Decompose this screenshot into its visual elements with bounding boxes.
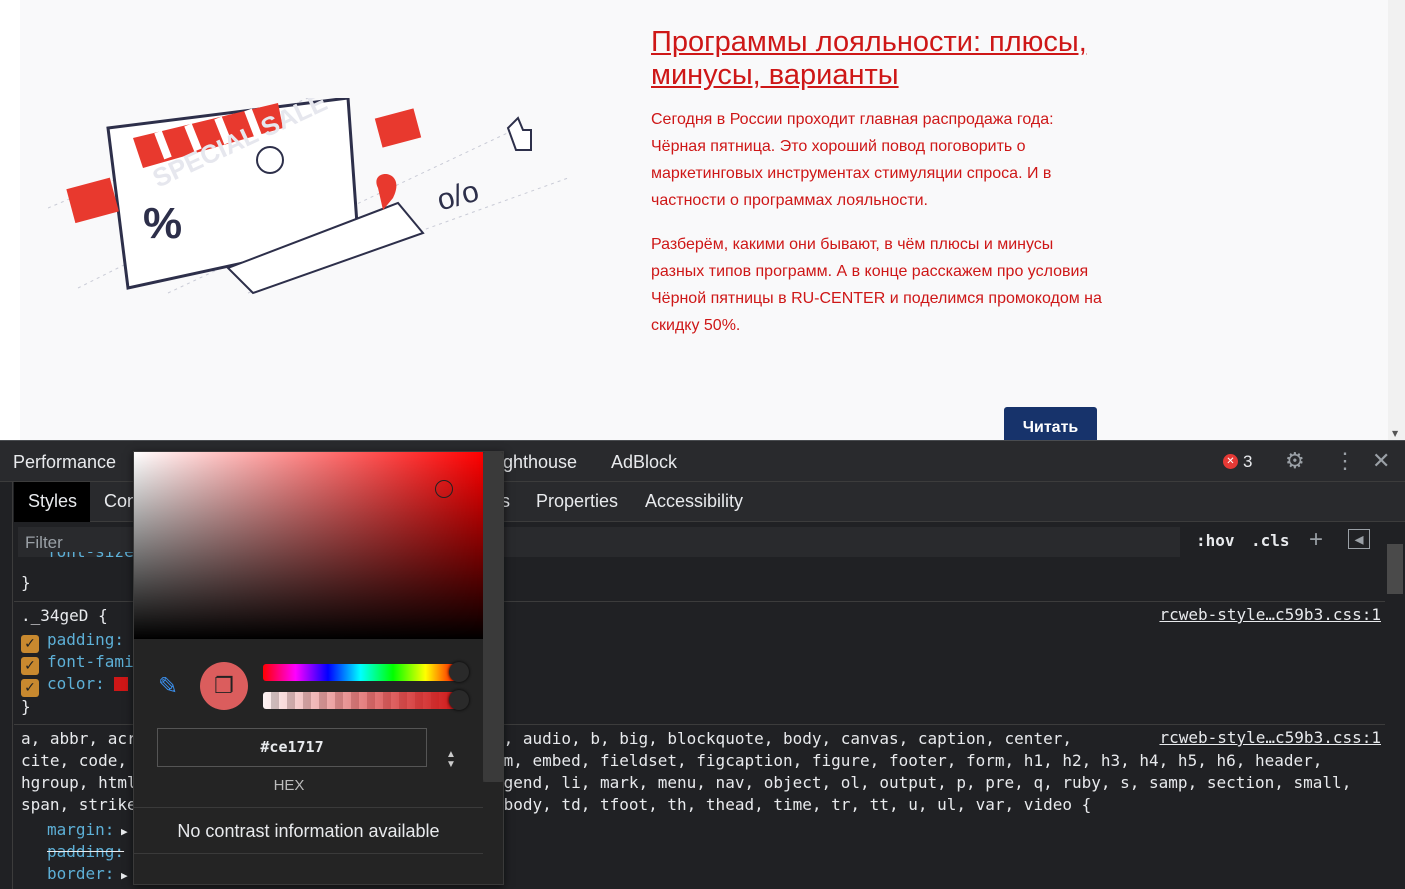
rule2-prop-margin[interactable]: margin: ▶ — [47, 819, 128, 843]
rule2-selector-line: egend, li, mark, menu, nav, object, ol, … — [494, 773, 1352, 792]
rule2-prop-padding[interactable]: padding: — [47, 841, 124, 863]
article-title-link[interactable]: Программы лояльности: плюсы, минусы, вар… — [651, 26, 1091, 92]
tab-adblock[interactable]: AdBlock — [611, 452, 677, 473]
tab-properties[interactable]: Properties — [536, 491, 618, 512]
rule2-selector-line: e, audio, b, big, blockquote, body, canv… — [494, 729, 1072, 748]
picker-scrollbar[interactable] — [483, 452, 503, 782]
prev-rule-close: } — [21, 573, 31, 592]
tab-styles[interactable]: Styles — [28, 491, 77, 512]
tab-performance[interactable]: Performance — [13, 452, 116, 473]
saturation-value-area[interactable] — [134, 452, 483, 639]
hex-input[interactable]: #ce1717 — [157, 728, 427, 767]
eyedropper-icon[interactable]: ✎ — [158, 672, 178, 701]
format-label: HEX — [273, 777, 305, 794]
rule2-selector-line: a, abbr, acr — [21, 729, 137, 748]
gear-icon[interactable]: ⚙ — [1285, 448, 1305, 474]
rule1-selector: ._34geD { — [21, 606, 108, 625]
rule2-selector-line: tbody, td, tfoot, th, thead, time, tr, t… — [494, 795, 1092, 814]
close-icon[interactable]: ✕ — [1372, 448, 1390, 474]
devtools-panel: Performance ghthouse AdBlock ✕ 3 ⚙ ⋮ ✕ S… — [0, 440, 1405, 889]
alpha-slider[interactable] — [263, 692, 458, 709]
copy-icon: ❐ — [214, 673, 234, 698]
contrast-info: No contrast information available — [134, 807, 483, 854]
svg-text:o/o: o/o — [434, 175, 483, 218]
tab-accessibility[interactable]: Accessibility — [645, 491, 743, 512]
prev-rule-fragment: font-size — [47, 552, 134, 564]
toggle-sidebar-icon[interactable]: ◂ — [1348, 529, 1370, 549]
article-paragraph-2: Разберём, какими они бывают, в чём плюсы… — [651, 236, 1102, 334]
svg-text:%: % — [143, 199, 182, 248]
rule2-selector-line: cite, code, — [21, 751, 127, 770]
read-button[interactable]: Читать — [1004, 407, 1097, 440]
rule1-source-link[interactable]: rcweb-style…c59b3.css:1 — [1159, 605, 1381, 624]
error-icon[interactable]: ✕ — [1223, 454, 1238, 469]
copy-color-button[interactable]: ❐ — [200, 662, 248, 710]
rule1-prop-color[interactable]: ✓ color: — [21, 673, 129, 697]
rule2-selector-line: span, strike — [21, 795, 137, 814]
alpha-slider-handle[interactable] — [449, 690, 469, 710]
page-scrollbar[interactable]: ▼ — [1388, 0, 1405, 440]
rule2-source-link[interactable]: rcweb-style…c59b3.css:1 — [1159, 728, 1381, 747]
hue-slider-handle[interactable] — [449, 662, 469, 682]
color-swatch[interactable] — [114, 677, 129, 691]
tab-lighthouse[interactable]: ghthouse — [503, 452, 577, 473]
webpage: SPECIAL SALE % o/o Программы лояльности:… — [0, 0, 1405, 440]
hue-slider[interactable] — [263, 664, 458, 681]
cls-toggle[interactable]: .cls — [1251, 531, 1290, 550]
color-picker-popup: ✎ ❐ #ce1717 ▲ ▼ HEX No contrast informati… — [133, 451, 504, 885]
error-count[interactable]: 3 — [1243, 452, 1252, 472]
left-gutter — [0, 482, 13, 889]
article-paragraph-1: Сегодня в России проходит главная распро… — [651, 111, 1054, 209]
rule1-prop-padding[interactable]: ✓ padding: — [21, 629, 124, 653]
scroll-down-icon[interactable]: ▼ — [1392, 429, 1398, 438]
new-rule-plus-icon[interactable]: + — [1309, 526, 1323, 554]
color-thumb[interactable] — [435, 480, 453, 498]
rule1-close: } — [21, 697, 31, 716]
format-switch-icon[interactable]: ▲ ▼ — [446, 750, 456, 770]
checkbox-icon[interactable]: ✓ — [21, 679, 39, 697]
rule2-selector-line: em, embed, fieldset, figcaption, figure,… — [494, 751, 1323, 770]
more-vert-icon[interactable]: ⋮ — [1334, 448, 1356, 474]
rule1-prop-font-family[interactable]: ✓ font-fami — [21, 651, 134, 675]
hov-toggle[interactable]: :hov — [1196, 531, 1235, 550]
styles-scrollbar[interactable] — [1385, 522, 1405, 889]
article-illustration: SPECIAL SALE % o/o — [48, 98, 569, 295]
rule2-selector-line: hgroup, html — [21, 773, 137, 792]
